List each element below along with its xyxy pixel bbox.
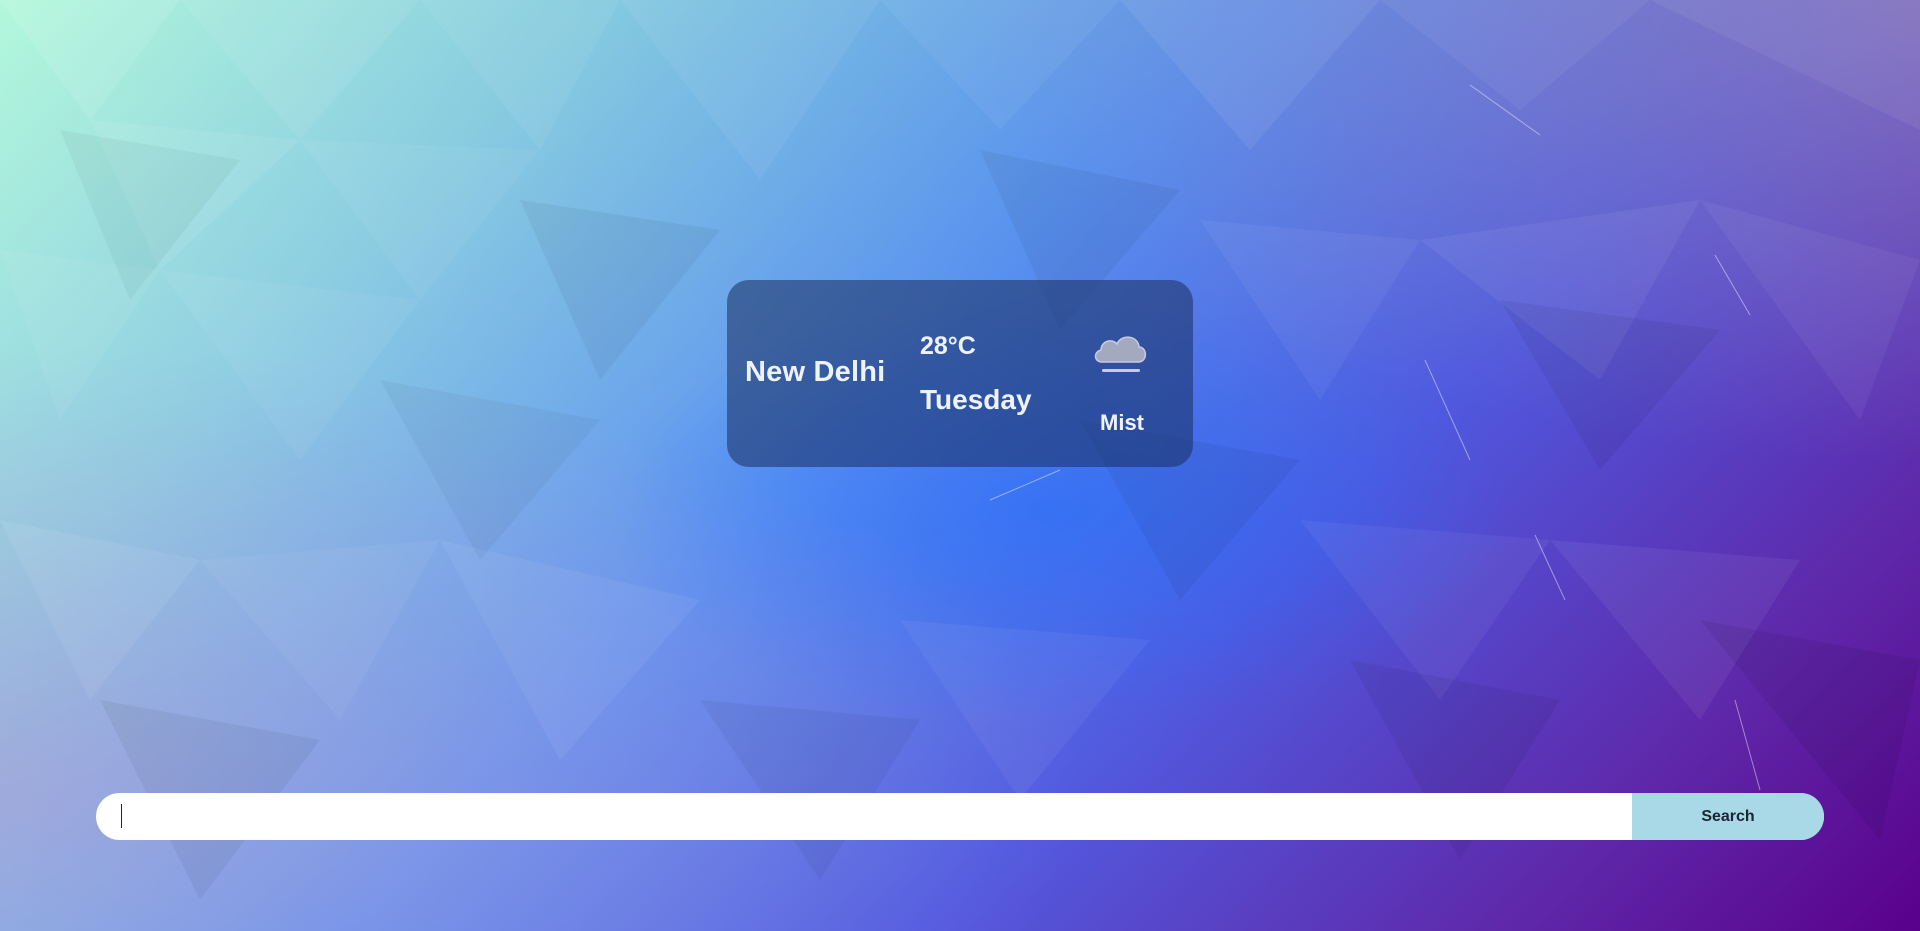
weather-card: New Delhi 28°C Tuesday Mist <box>727 280 1193 467</box>
search-input[interactable] <box>96 793 1632 840</box>
search-button[interactable]: Search <box>1632 793 1824 840</box>
mist-cloud-icon <box>1090 328 1150 384</box>
temperature: 28°C <box>920 332 976 360</box>
city-name: New Delhi <box>745 356 886 388</box>
weather-condition: Mist <box>1100 410 1144 435</box>
day-of-week: Tuesday <box>920 384 1032 415</box>
search-bar: Search <box>96 793 1824 840</box>
text-cursor <box>121 804 122 828</box>
